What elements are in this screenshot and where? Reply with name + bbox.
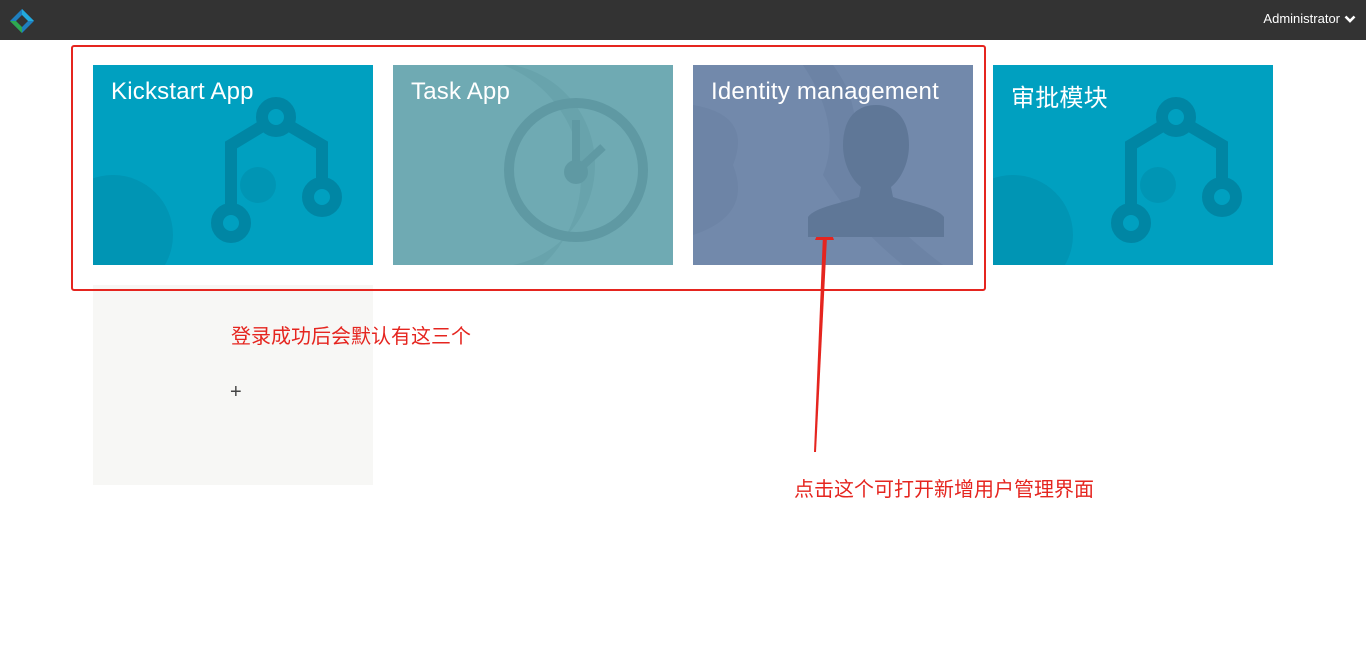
annotation-identity-note: 点击这个可打开新增用户管理界面 [794, 477, 1094, 501]
add-app-tile[interactable]: + [93, 285, 373, 485]
plus-icon: + [230, 381, 242, 403]
top-navigation-bar: Administrator [0, 0, 1366, 40]
tile-task-app[interactable]: Task App [393, 65, 673, 265]
tile-identity-management[interactable]: Identity management [693, 65, 973, 265]
tile-title: Kickstart App [111, 78, 254, 105]
annotation-default-apps: 登录成功后会默认有这三个 [231, 324, 471, 348]
chevron-down-icon [1344, 15, 1356, 23]
tile-title: 审批模块 [1011, 85, 1108, 112]
tile-title: Identity management [711, 78, 939, 105]
user-name: Administrator [1263, 11, 1340, 26]
tile-approval-module[interactable]: 审批模块 [993, 65, 1273, 265]
diamond-logo-icon[interactable] [8, 7, 36, 35]
tile-title: Task App [411, 78, 510, 105]
user-menu[interactable]: Administrator [1263, 11, 1356, 26]
tile-kickstart-app[interactable]: Kickstart App [93, 65, 373, 265]
